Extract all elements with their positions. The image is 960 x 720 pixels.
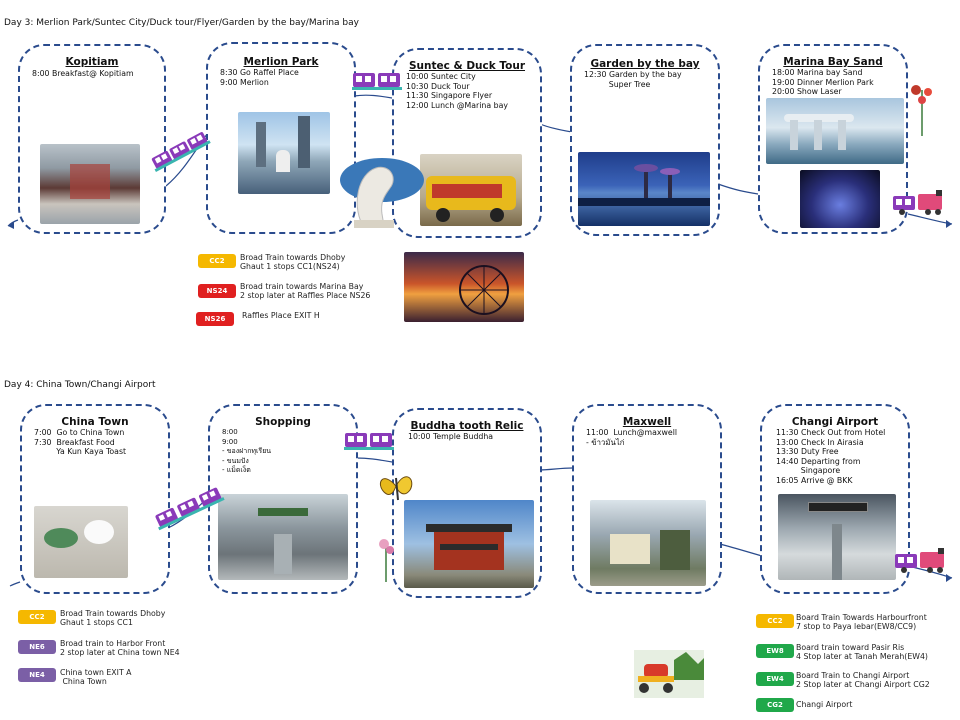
maxwell-food-centre-photo [590, 500, 706, 586]
transit-note: Broad train to Harbor Front 2 stop later… [60, 639, 180, 657]
stop-schedule: 10:00 Suntec City 10:30 Duck Tour 11:30 … [406, 72, 508, 110]
stop-title: Maxwell [622, 416, 672, 428]
day4-title: Day 4: China Town/Changi Airport [4, 380, 156, 390]
stop-card-shopping: Shopping 8:00 9:00 - ของฝากทุเรียน - ขนม… [208, 404, 358, 594]
merlion-park-photo [238, 112, 330, 194]
stop-schedule: 8:00 Breakfast@ Kopitiam [32, 69, 134, 78]
line-badge-cc2: CC2 [18, 610, 56, 624]
transit-note: Changi Airport [796, 700, 853, 709]
flower-icon [379, 539, 394, 582]
stop-title: Garden by the bay [590, 58, 700, 70]
transit-note: Raffles Place EXIT H [242, 311, 320, 320]
transit-note: Broad Train towards Dhoby Ghaut 1 stops … [240, 253, 346, 271]
stop-schedule: 8:00 9:00 - ของฝากทุเรียน - ขนมปัง - แม็… [222, 428, 272, 475]
stop-schedule: 8:30 Go Raffel Place 9:00 Merlion [220, 68, 299, 87]
stop-schedule: 18:00 Marina bay Sand 19:00 Dinner Merli… [772, 68, 874, 97]
garden-by-the-bay-photo [578, 152, 710, 226]
stop-schedule: 12:30 Garden by the bay Super Tree [584, 70, 682, 89]
line-badge-cg2: CG2 [756, 698, 794, 712]
stop-title: Merlion Park [243, 56, 319, 68]
transit-note: Broad Train towards Dhoby Ghaut 1 stops … [60, 609, 166, 627]
stop-schedule: 7:00 Go to China Town 7:30 Breakfast Foo… [34, 428, 127, 457]
scooter-icon [634, 650, 704, 698]
line-badge-cc2: CC2 [198, 254, 236, 268]
train-icon [155, 487, 225, 531]
butterfly-icon [380, 476, 413, 501]
stop-schedule: 10:00 Temple Buddha [408, 432, 494, 441]
kaya-toast-photo [34, 506, 128, 578]
day3-title: Day 3: Merlion Park/Suntec City/Duck tou… [4, 18, 359, 28]
laser-show-photo [800, 170, 880, 228]
train-icon [895, 548, 944, 573]
marina-bay-sands-photo [766, 98, 904, 164]
line-badge-ns24: NS24 [198, 284, 236, 298]
merlion-icon [340, 158, 424, 228]
train-icon [893, 190, 942, 215]
ferris-wheel-icon [459, 265, 509, 315]
kopitiam-photo [40, 144, 140, 224]
shopping-mall-photo [218, 494, 348, 580]
transit-note: Broad train towards Marina Bay 2 stop la… [240, 282, 371, 300]
stop-card-marina-bay-sand: Marina Bay Sand 18:00 Marina bay Sand 19… [758, 44, 908, 234]
stop-title: China Town [61, 416, 129, 428]
stop-card-china-town: China Town 7:00 Go to China Town 7:30 Br… [20, 404, 170, 594]
train-icon [352, 73, 402, 90]
stop-card-kopitiam: Kopitiam 8:00 Breakfast@ Kopitiam [18, 44, 166, 234]
train-icon [344, 433, 394, 450]
line-badge-ns26: NS26 [196, 312, 234, 326]
transit-note: Board Train to Changi Airport 2 Stop lat… [796, 671, 930, 689]
singapore-flyer-photo [404, 252, 524, 322]
stop-title: Kopitiam [65, 56, 119, 68]
line-badge-ne6: NE6 [18, 640, 56, 654]
stop-card-changi-airport: Changi Airport 11:30 Check Out from Hote… [760, 404, 910, 594]
stop-title: Buddha tooth Relic [410, 420, 524, 432]
changi-airport-photo [778, 494, 896, 580]
transit-note: China town EXIT A China Town [60, 668, 132, 686]
stop-schedule: 11:30 Check Out from Hotel 13:00 Check I… [776, 428, 886, 485]
transit-note: Board train toward Pasir Ris 4 Stop late… [796, 643, 928, 661]
stop-title: Changi Airport [791, 416, 879, 428]
stop-card-garden-by-the-bay: Garden by the bay 12:30 Garden by the ba… [570, 44, 720, 236]
train-icon [151, 132, 211, 172]
stop-title: Shopping [255, 416, 311, 428]
buddha-tooth-relic-photo [404, 500, 534, 588]
stop-schedule: 11:00 Lunch@maxwell - ข้าวมันไก่ [586, 428, 678, 447]
duck-tour-photo [420, 154, 522, 226]
line-badge-ew8: EW8 [756, 644, 794, 658]
transit-note: Board Train Towards Harbourfront 7 stop … [796, 613, 927, 631]
stop-title: Suntec & Duck Tour [408, 60, 526, 72]
stop-title: Marina Bay Sand [783, 56, 883, 68]
line-badge-ne4: NE4 [18, 668, 56, 682]
flower-icon [911, 85, 932, 136]
line-badge-cc2: CC2 [756, 614, 794, 628]
line-badge-ew4: EW4 [756, 672, 794, 686]
stop-card-maxwell: Maxwell 11:00 Lunch@maxwell - ข้าวมันไก่ [572, 404, 722, 594]
